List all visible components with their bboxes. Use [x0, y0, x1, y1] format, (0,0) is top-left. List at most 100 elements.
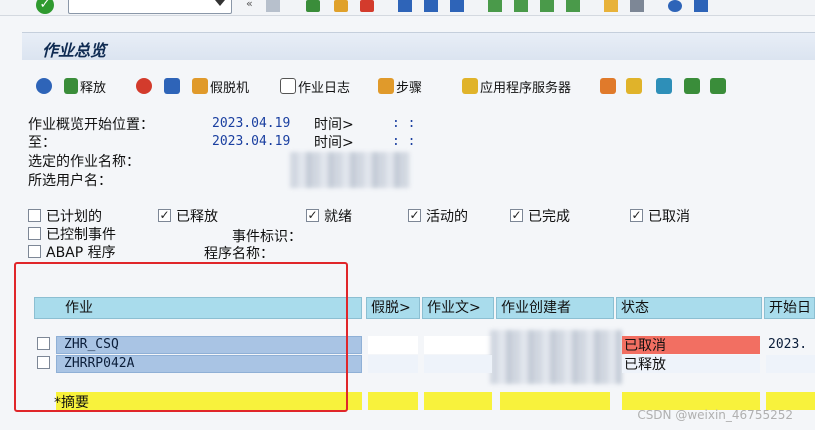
exit-icon[interactable] [334, 0, 348, 12]
summary-cell [368, 392, 418, 410]
checkbox-released[interactable]: ✓ [158, 209, 171, 222]
filter-label-cancelled: 已取消 [648, 209, 690, 225]
cell-spool [368, 355, 418, 373]
sort-desc-button[interactable] [710, 76, 726, 96]
print-icon[interactable] [398, 0, 412, 12]
cell-start-date: 2023. [768, 337, 808, 352]
next-page-icon[interactable] [540, 0, 554, 12]
column-header-job-doc[interactable]: 作业文> [422, 297, 494, 319]
start-label: 作业概览开始位置： [28, 117, 154, 133]
flag-icon [64, 78, 78, 94]
checkbox-abap[interactable] [28, 245, 41, 258]
spool-button[interactable]: 假脱机 [192, 76, 249, 96]
save-icon[interactable] [266, 0, 280, 12]
column-header-creator[interactable]: 作业创建者 [496, 297, 614, 319]
column-header-spool[interactable]: 假脱> [366, 297, 420, 319]
summary-cell [500, 392, 610, 410]
abap-label: ABAP 程序 [46, 245, 116, 261]
to-label: 至： [28, 135, 56, 151]
column-header-start-date[interactable]: 开始日 [764, 297, 815, 319]
page-title: 作业总览 [42, 41, 107, 60]
system-toolbar: ✓ « [0, 0, 815, 16]
redacted-creator [490, 330, 622, 384]
chevron-down-icon[interactable] [215, 0, 225, 6]
filter-button[interactable] [600, 76, 616, 96]
steps-label: 步骤 [396, 80, 423, 96]
steps-icon [378, 78, 394, 94]
job-log-button[interactable]: 作业日志 [280, 76, 350, 96]
checkbox-active[interactable]: ✓ [408, 209, 421, 222]
summary-cell [424, 392, 492, 410]
find-next-icon[interactable] [450, 0, 464, 12]
funnel-icon [656, 78, 672, 94]
checkbox-ready[interactable]: ✓ [306, 209, 319, 222]
stop-icon [136, 78, 152, 94]
layout-icon[interactable] [694, 0, 708, 12]
new-session-icon[interactable] [604, 0, 618, 12]
redacted-area [290, 152, 410, 188]
double-chevron-left-icon[interactable]: « [246, 0, 260, 12]
watermark: CSDN @weixin_46755252 [637, 408, 793, 422]
shortcut-icon[interactable] [630, 0, 644, 12]
find-icon[interactable] [424, 0, 438, 12]
enter-check-icon[interactable]: ✓ [36, 0, 54, 14]
sort-asc-button[interactable] [684, 76, 700, 96]
spool-icon [192, 78, 208, 94]
refresh-button[interactable] [36, 76, 52, 96]
user-name-label: 所选用户名： [28, 173, 112, 189]
to-time-label: 时间> [314, 135, 354, 151]
release-label: 释放 [80, 80, 107, 96]
filter-label-ready: 就绪 [324, 209, 352, 225]
ctrl-event-label: 已控制事件 [46, 227, 116, 243]
app-server-button[interactable]: 应用程序服务器 [462, 76, 571, 96]
highlight-box [14, 262, 348, 412]
filter-icon [600, 78, 616, 94]
start-date: 2023.04.19 [212, 116, 291, 131]
filter-label-released: 已释放 [176, 209, 218, 225]
to-time: : : [392, 134, 416, 149]
cancel-icon[interactable] [360, 0, 374, 12]
application-toolbar: 释放 假脱机 作业日志 步骤 应用程序服务器 [22, 68, 815, 100]
grid-icon [626, 78, 642, 94]
cell-start-date [766, 355, 815, 373]
last-page-icon[interactable] [566, 0, 580, 12]
grid-button[interactable] [626, 76, 642, 96]
start-time-label: 时间> [314, 117, 354, 133]
spool-label: 假脱机 [210, 80, 250, 96]
cell-status: 已取消 [624, 338, 666, 354]
filter-label-finished: 已完成 [528, 209, 570, 225]
checkbox-cancelled[interactable]: ✓ [630, 209, 643, 222]
refresh-icon [36, 78, 52, 94]
steps-button[interactable]: 步骤 [378, 76, 422, 96]
first-page-icon[interactable] [488, 0, 502, 12]
filter-label-planned: 已计划的 [46, 209, 102, 225]
sort-asc-icon [684, 78, 700, 94]
start-time: : : [392, 116, 416, 131]
job-log-label: 作业日志 [298, 80, 351, 96]
checkbox-ctrl-event[interactable] [28, 227, 41, 240]
app-server-label: 应用程序服务器 [480, 80, 572, 96]
command-field[interactable] [68, 0, 232, 14]
delete-button[interactable] [164, 76, 180, 96]
job-name-label: 选定的作业名称： [28, 154, 140, 170]
release-button[interactable]: 释放 [64, 76, 106, 96]
back-icon[interactable] [306, 0, 320, 12]
filter-label-active: 活动的 [426, 209, 468, 225]
cell-status: 已释放 [624, 357, 666, 373]
cell-job-doc [424, 336, 492, 354]
to-date: 2023.04.19 [212, 134, 291, 149]
checkbox-planned[interactable] [28, 209, 41, 222]
column-header-status[interactable]: 状态 [616, 297, 762, 319]
trash-icon [164, 78, 180, 94]
stop-button[interactable] [136, 76, 152, 96]
checkbox-finished[interactable]: ✓ [510, 209, 523, 222]
funnel-button[interactable] [656, 76, 672, 96]
title-bar: 作业总览 [22, 32, 815, 60]
prev-page-icon[interactable] [514, 0, 528, 12]
help-icon[interactable] [668, 0, 682, 12]
server-icon [462, 78, 478, 94]
cell-job-doc [424, 355, 492, 373]
program-name-label: 程序名称： [204, 246, 274, 262]
log-icon [280, 78, 296, 94]
cell-spool [368, 336, 418, 354]
